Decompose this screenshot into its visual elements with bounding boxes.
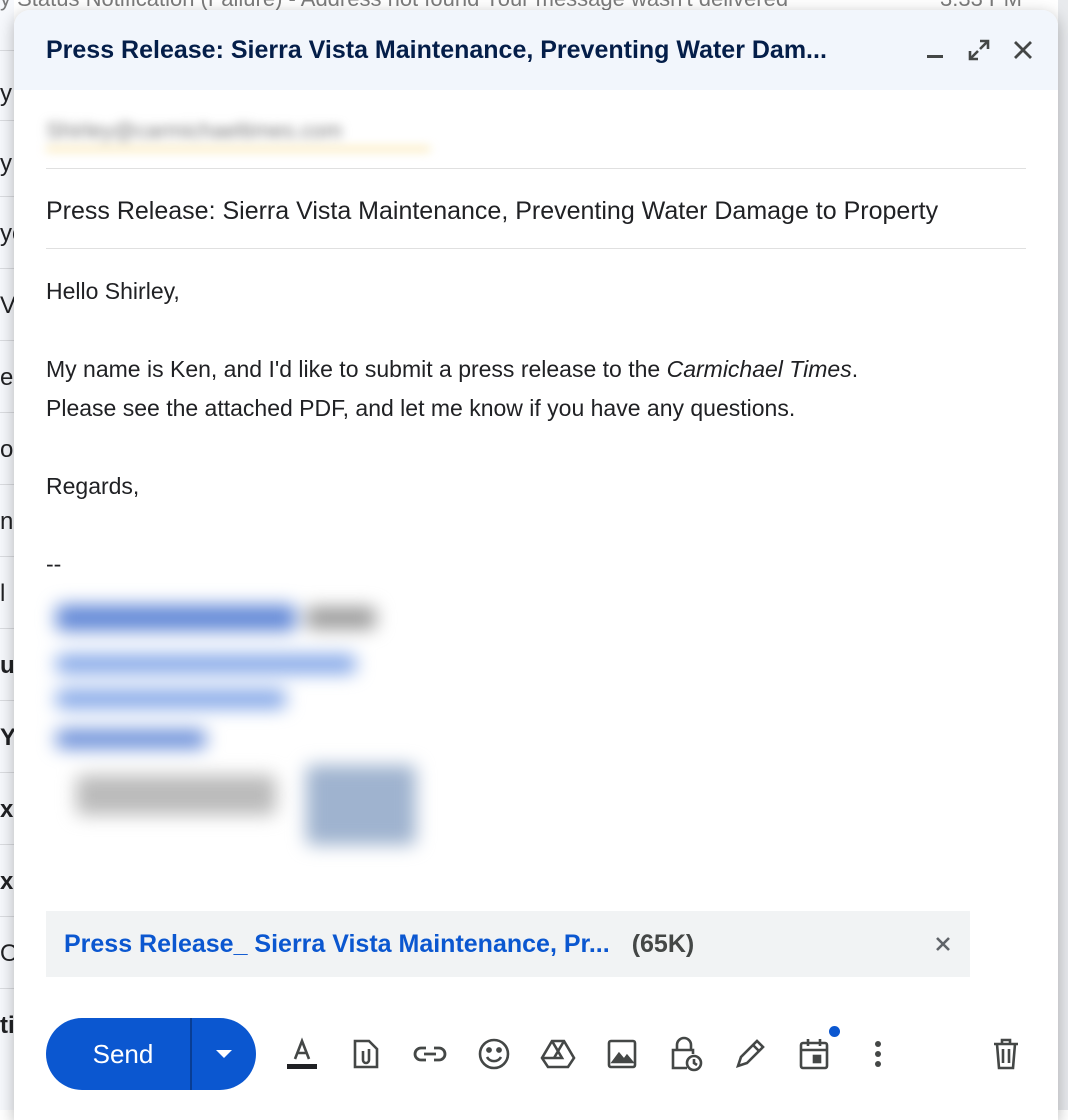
remove-attachment-icon[interactable] <box>932 933 954 955</box>
bg-fragment: l <box>0 580 6 607</box>
photo-icon[interactable] <box>604 1036 640 1072</box>
bg-divider <box>0 120 14 121</box>
more-options-icon[interactable] <box>860 1036 896 1072</box>
bg-divider <box>0 196 14 197</box>
drive-icon[interactable] <box>540 1036 576 1072</box>
emoji-icon[interactable] <box>476 1036 512 1072</box>
background-scrollbar-area <box>1058 0 1068 1110</box>
bg-divider <box>0 772 14 773</box>
bg-fragment: y <box>0 150 12 177</box>
background-inbox-list: y y yo V e o n l ub Yo x x O ti <box>0 0 14 1110</box>
bg-divider <box>0 844 14 845</box>
compose-toolbar: Send <box>46 1018 1026 1090</box>
attachment-chip[interactable]: Press Release_ Sierra Vista Maintenance,… <box>46 911 970 977</box>
close-icon[interactable] <box>1010 37 1036 63</box>
formatting-tools <box>284 1026 896 1072</box>
signature-pen-icon[interactable] <box>732 1036 768 1072</box>
bg-fragment: e <box>0 364 14 391</box>
bg-divider <box>0 988 14 989</box>
bg-divider <box>0 916 14 917</box>
publication-name: Carmichael Times <box>666 356 852 382</box>
bg-divider <box>0 50 14 51</box>
body-line-2: Please see the attached PDF, and let me … <box>46 395 796 421</box>
bg-fragment: ti <box>0 1012 14 1039</box>
attachment-size: (65K) <box>631 929 695 958</box>
send-options-button[interactable] <box>192 1018 256 1090</box>
recipients-field[interactable]: Shirley@carmichaeltimes.com <box>46 110 1026 169</box>
bg-divider <box>0 628 14 629</box>
bg-fragment: Yo <box>0 724 14 751</box>
bg-divider <box>0 700 14 701</box>
send-button[interactable]: Send <box>46 1018 190 1090</box>
bg-fragment: x <box>0 796 14 823</box>
text-format-icon[interactable] <box>284 1036 320 1072</box>
body-text-span: . <box>851 356 859 382</box>
background-email-row: y Status Notification (Failure) - Addres… <box>0 0 1068 11</box>
bg-divider <box>0 484 14 485</box>
bg-divider <box>0 412 14 413</box>
header-controls <box>922 37 1036 63</box>
recipient-chip[interactable]: Shirley@carmichaeltimes.com <box>46 114 430 150</box>
compose-title: Press Release: Sierra Vista Maintenance,… <box>46 35 827 64</box>
bg-fragment: ub <box>0 652 14 679</box>
expand-icon[interactable] <box>966 37 992 63</box>
chevron-down-icon <box>216 1050 232 1058</box>
trash-icon[interactable] <box>988 1036 1024 1072</box>
bg-fragment: n <box>0 508 14 535</box>
bg-fragment: V <box>0 292 14 319</box>
compose-window: Press Release: Sierra Vista Maintenance,… <box>14 10 1058 1120</box>
bg-fragment: x <box>0 868 14 895</box>
bg-divider <box>0 268 14 269</box>
attach-file-icon[interactable] <box>348 1036 384 1072</box>
body-text-span: My name is Ken, and I'd like to submit a… <box>46 356 667 382</box>
bg-fragment: yo <box>0 220 14 247</box>
greeting-text: Hello Shirley, <box>46 278 180 304</box>
compose-header[interactable]: Press Release: Sierra Vista Maintenance,… <box>14 10 1058 90</box>
closing-text: Regards, <box>46 473 140 499</box>
attachment-name[interactable]: Press Release_ Sierra Vista Maintenance,… <box>64 930 610 959</box>
confidential-lock-icon[interactable] <box>668 1036 704 1072</box>
signature-block-blurred <box>36 575 436 865</box>
bg-divider <box>0 340 14 341</box>
notification-dot <box>829 1026 840 1037</box>
message-body[interactable]: Hello Shirley, My name is Ken, and I'd l… <box>46 272 1006 584</box>
send-button-group: Send <box>46 1018 256 1090</box>
body-line-1: My name is Ken, and I'd like to submit a… <box>46 350 1006 389</box>
bg-fragment: O <box>0 940 14 967</box>
bg-fragment: y <box>0 80 12 107</box>
link-icon[interactable] <box>412 1036 448 1072</box>
subject-field[interactable]: Press Release: Sierra Vista Maintenance,… <box>46 168 1026 249</box>
bg-fragment: o <box>0 436 14 463</box>
bg-divider <box>0 556 14 557</box>
schedule-calendar-icon[interactable] <box>796 1026 840 1072</box>
minimize-icon[interactable] <box>922 37 948 63</box>
